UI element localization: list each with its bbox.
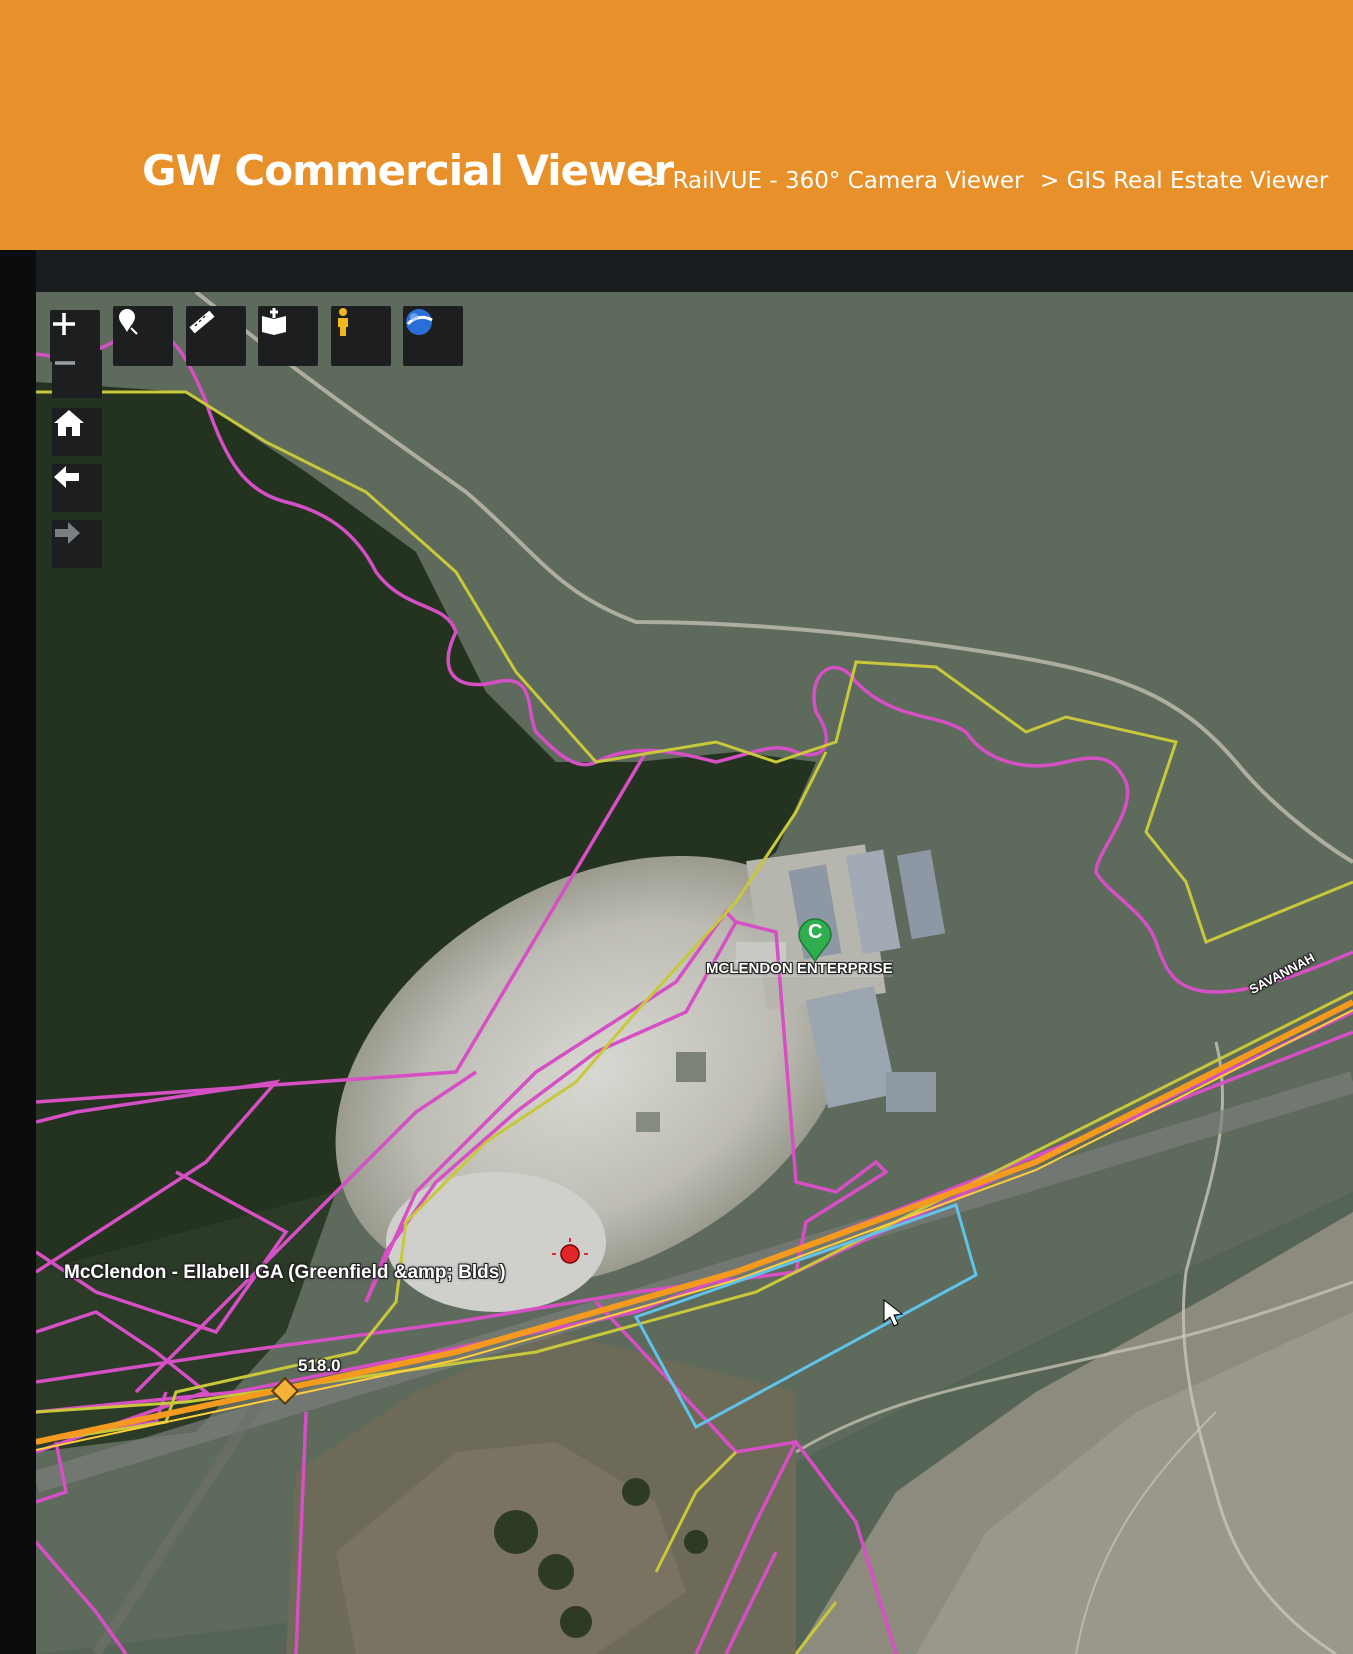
milepost-label: 518.0 <box>298 1356 341 1375</box>
street-view-button[interactable] <box>331 306 391 366</box>
app-header: GW Commercial Viewer > RailVUE - 360° Ca… <box>0 0 1353 250</box>
facility-marker-letter: C <box>808 921 823 943</box>
place-marker-button[interactable] <box>113 306 173 366</box>
map-book-icon <box>262 308 286 335</box>
map-book-button[interactable] <box>258 306 318 366</box>
zoom-out-button[interactable] <box>52 350 102 398</box>
left-frame <box>0 250 36 1654</box>
home-icon <box>54 410 84 436</box>
google-earth-globe-icon <box>406 309 433 335</box>
back-button[interactable] <box>52 464 102 512</box>
facility-label: MCLENDON ENTERPRISE <box>706 960 893 977</box>
home-button[interactable] <box>52 408 102 456</box>
forward-arrow-icon <box>55 522 80 544</box>
map-view[interactable]: C MCLENDON ENTERPRISE McClendon - Ellabe… <box>36 292 1353 1654</box>
measure-button[interactable] <box>186 306 246 366</box>
google-earth-button[interactable] <box>403 306 463 366</box>
aerial-imagery <box>36 292 1353 1654</box>
map-top-bar <box>36 250 1353 292</box>
street-view-person-icon <box>338 308 348 336</box>
back-arrow-icon <box>54 466 79 488</box>
zoom-out-icon <box>55 361 75 365</box>
measure-ruler-icon <box>189 310 215 334</box>
zoom-in-icon <box>53 313 75 335</box>
railvue-camera-viewer-link[interactable]: > RailVUE - 360° Camera Viewer <box>646 168 1023 194</box>
app-title: GW Commercial Viewer <box>142 146 674 195</box>
gis-real-estate-viewer-link[interactable]: > GIS Real Estate Viewer <box>1040 168 1328 194</box>
place-marker-icon <box>119 309 138 335</box>
forward-button[interactable] <box>52 520 102 568</box>
site-label: McClendon - Ellabell GA (Greenfield &amp… <box>64 1262 506 1283</box>
